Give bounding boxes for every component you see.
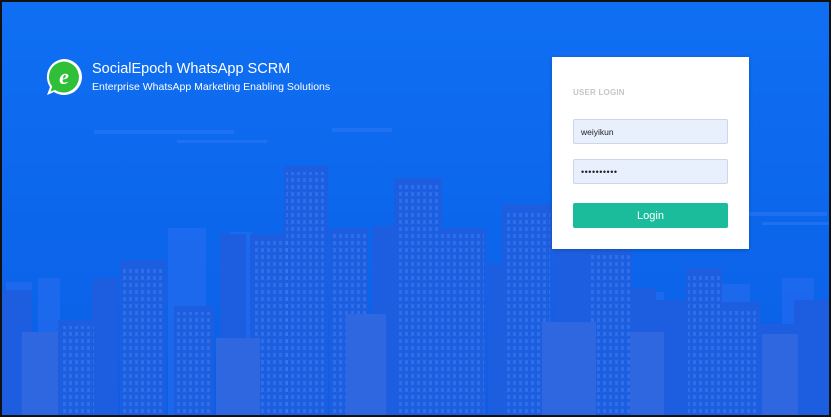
username-input[interactable] [573,119,728,144]
login-heading: USER LOGIN [573,88,625,97]
login-button[interactable]: Login [573,203,728,228]
whatsapp-scrm-logo-icon: e [46,59,82,95]
app-title: SocialEpoch WhatsApp SCRM [92,61,291,77]
login-card: USER LOGIN Login [552,57,749,249]
app-subtitle: Enterprise WhatsApp Marketing Enabling S… [92,81,331,93]
brand-header: e SocialEpoch WhatsApp SCRM Enterprise W… [44,57,330,97]
login-page: e SocialEpoch WhatsApp SCRM Enterprise W… [0,0,831,417]
logo-letter: e [59,64,69,89]
password-input[interactable] [573,159,728,184]
